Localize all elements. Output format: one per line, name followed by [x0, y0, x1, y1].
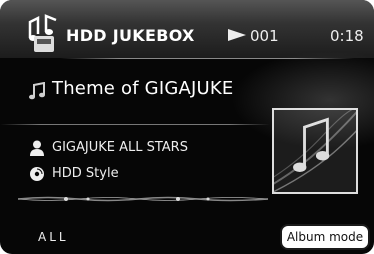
album-disc-icon: [30, 167, 44, 181]
elapsed-time: 0:18: [330, 27, 364, 45]
playback-scope-label: ALL: [38, 230, 69, 244]
header-divider: [60, 58, 354, 59]
song-title: Theme of GIGAJUKE: [52, 78, 234, 99]
track-number: 001: [250, 27, 279, 45]
artist-name: GIGAJUKE ALL STARS: [52, 140, 188, 155]
album-art-icon: [272, 108, 358, 194]
info-divider: [0, 124, 270, 125]
app-title: HDD JUKEBOX: [66, 26, 195, 45]
progress-wave: [18, 196, 268, 202]
album-mode-button[interactable]: Album mode: [280, 224, 370, 250]
music-note-icon: [29, 82, 45, 100]
artist-person-icon: [30, 140, 44, 156]
jukebox-notes-icon: [28, 14, 57, 52]
album-name: HDD Style: [52, 166, 119, 181]
play-icon: [228, 29, 246, 41]
jukebox-screen: HDD JUKEBOX 001 0:18 Theme of GIGAJUKE G…: [0, 0, 374, 254]
